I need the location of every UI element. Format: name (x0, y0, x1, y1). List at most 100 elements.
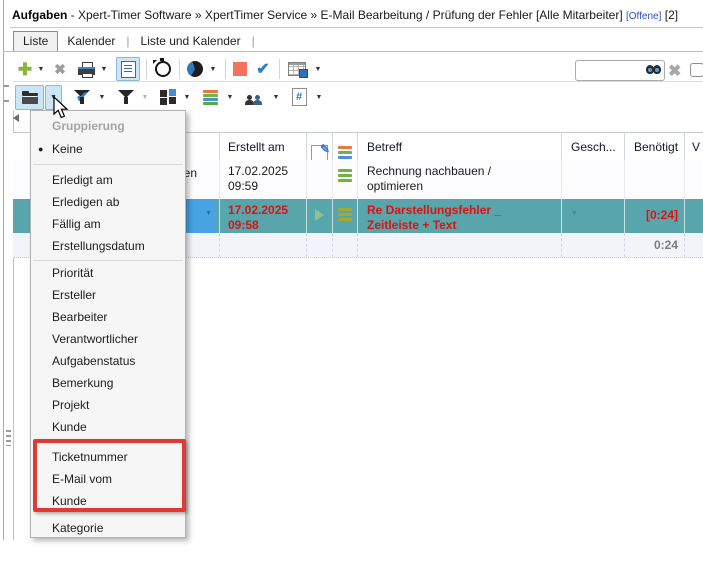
cell-edit (307, 160, 333, 199)
document-lines-icon (121, 61, 136, 78)
people-icon (245, 90, 265, 105)
tab-kalender[interactable]: Kalender (58, 32, 124, 51)
chevron-down-icon: ▼ (571, 199, 624, 217)
scroll-left-icon[interactable] (13, 114, 19, 122)
search-box (575, 60, 665, 81)
task-count-badge: [2] (665, 8, 678, 22)
cell-created: 17.02.2025 09:58 (220, 199, 307, 233)
add-task-dropdown[interactable]: ▼ (35, 66, 47, 73)
menu-item-aufgabenstatus[interactable]: Aufgabenstatus (31, 350, 185, 372)
summary-v (685, 233, 703, 257)
green-lines-icon (338, 169, 352, 182)
tabbar-divider (3, 51, 703, 52)
funnel-icon (118, 90, 134, 105)
assignees-button[interactable] (244, 90, 266, 105)
pie-chart-icon (187, 61, 203, 77)
ticket-number-dropdown[interactable]: ▼ (313, 94, 325, 101)
breadcrumb-title: Aufgaben - Xpert-Timer Software » XpertT… (12, 8, 678, 22)
print-dropdown[interactable]: ▼ (98, 66, 110, 73)
menu-item-keine[interactable]: ● Keine (31, 138, 185, 160)
tab-liste[interactable]: Liste (13, 31, 58, 51)
clear-search-button[interactable]: ✖ (668, 61, 681, 81)
colored-lines-icon (338, 146, 352, 159)
filter-button[interactable] (116, 90, 136, 105)
clear-x-icon: ✖ (668, 63, 681, 80)
splitter-tick (3, 85, 9, 87)
tab-separator: | (252, 34, 255, 48)
menu-item-projekt[interactable]: Projekt (31, 394, 185, 416)
header-subject[interactable]: Betreff (358, 133, 562, 161)
filter-dropdown-disabled[interactable]: ▼ (139, 94, 151, 101)
list-view-toggle-button[interactable] (116, 57, 140, 81)
assignees-dropdown[interactable]: ▼ (270, 94, 282, 101)
menu-item-erledigt-am[interactable]: Erledigt am (31, 169, 185, 191)
cell-needed: [0:24] (625, 199, 685, 233)
search-input[interactable] (578, 62, 648, 79)
funnel-check-icon: ✔ (74, 90, 90, 105)
menu-item-erledigen-ab[interactable]: Erledigen ab (31, 191, 185, 213)
statistics-button[interactable] (186, 61, 204, 77)
tab-liste-und-kalender[interactable]: Liste und Kalender (132, 32, 250, 51)
summary-estimated (562, 233, 625, 257)
statistics-dropdown[interactable]: ▼ (207, 66, 219, 73)
plus-icon: ✚ (18, 61, 32, 78)
grouping-button[interactable] (15, 85, 44, 110)
splitter-tick (3, 100, 9, 102)
menu-item-kunde[interactable]: Kunde (31, 416, 185, 438)
menu-item-verantwortlicher[interactable]: Verantwortlicher (31, 328, 185, 350)
cell-needed (625, 160, 685, 199)
menu-item-kategorie[interactable]: Kategorie (31, 517, 185, 539)
cell-priority (333, 199, 358, 233)
header-needed[interactable]: Benötigt (625, 133, 685, 161)
menu-item-erstellungsdatum[interactable]: Erstellungsdatum (31, 235, 185, 257)
header-estimated[interactable]: Gesch... (562, 133, 625, 161)
squares-icon (160, 89, 176, 105)
modules-button[interactable] (159, 89, 177, 105)
menu-item-faellig-am[interactable]: Fällig am (31, 213, 185, 235)
cell-estimated[interactable]: ▼ (562, 199, 625, 233)
filter-confirm-dropdown[interactable]: ▼ (96, 94, 108, 101)
menu-item-prioritaet[interactable]: Priorität (31, 262, 185, 284)
toolbar-separator (146, 59, 147, 79)
olive-lines-icon (338, 208, 352, 221)
summary-subject (358, 233, 562, 257)
breadcrumb-path: - Xpert-Timer Software » XpertTimer Serv… (67, 8, 626, 22)
focused-cell-dropdown[interactable] (186, 199, 215, 233)
filter-confirm-button[interactable]: ✔ (71, 90, 93, 105)
view-tabs: Liste Kalender | Liste und Kalender | (13, 31, 257, 51)
annotation-highlight-box (33, 439, 186, 512)
menu-item-ersteller[interactable]: Ersteller (31, 284, 185, 306)
complete-task-button[interactable]: ✔ (253, 59, 273, 79)
summary-needed: 0:24 (625, 233, 685, 257)
header-v-truncated[interactable]: V (685, 133, 703, 161)
priority-dropdown[interactable]: ▼ (224, 94, 236, 101)
header-edit-icon-column[interactable] (307, 133, 333, 161)
priority-button[interactable] (201, 90, 219, 105)
cell-created: 17.02.2025 09:59 (220, 160, 307, 199)
add-task-button[interactable]: ✚ (15, 61, 35, 78)
print-button[interactable] (76, 62, 98, 77)
check-icon: ✔ (256, 59, 269, 79)
splitter-grip[interactable] (6, 430, 11, 446)
export-table-dropdown[interactable]: ▼ (312, 66, 324, 73)
mouse-cursor-icon (52, 96, 70, 120)
ticket-number-button[interactable]: # (290, 88, 308, 106)
modules-dropdown[interactable]: ▼ (181, 94, 193, 101)
timer-button[interactable] (153, 61, 173, 77)
header-created[interactable]: Erstellt am (220, 133, 307, 161)
menu-item-bearbeiter[interactable]: Bearbeiter (31, 306, 185, 328)
summary-created (220, 233, 307, 257)
menu-separator (33, 164, 183, 165)
cell-v (685, 160, 703, 199)
menu-item-bemerkung[interactable]: Bemerkung (31, 372, 185, 394)
search-option-checkbox[interactable] (690, 63, 703, 77)
color-marker-button[interactable] (232, 62, 248, 76)
summary-priority (333, 233, 358, 257)
delete-task-button[interactable]: ✖ (50, 61, 70, 78)
title-divider (10, 27, 703, 28)
header-priority-icon-column[interactable] (333, 133, 358, 161)
toolbar-separator (279, 59, 280, 79)
cell-estimated (562, 160, 625, 199)
export-table-button[interactable] (286, 62, 308, 76)
cell-v (685, 199, 703, 233)
